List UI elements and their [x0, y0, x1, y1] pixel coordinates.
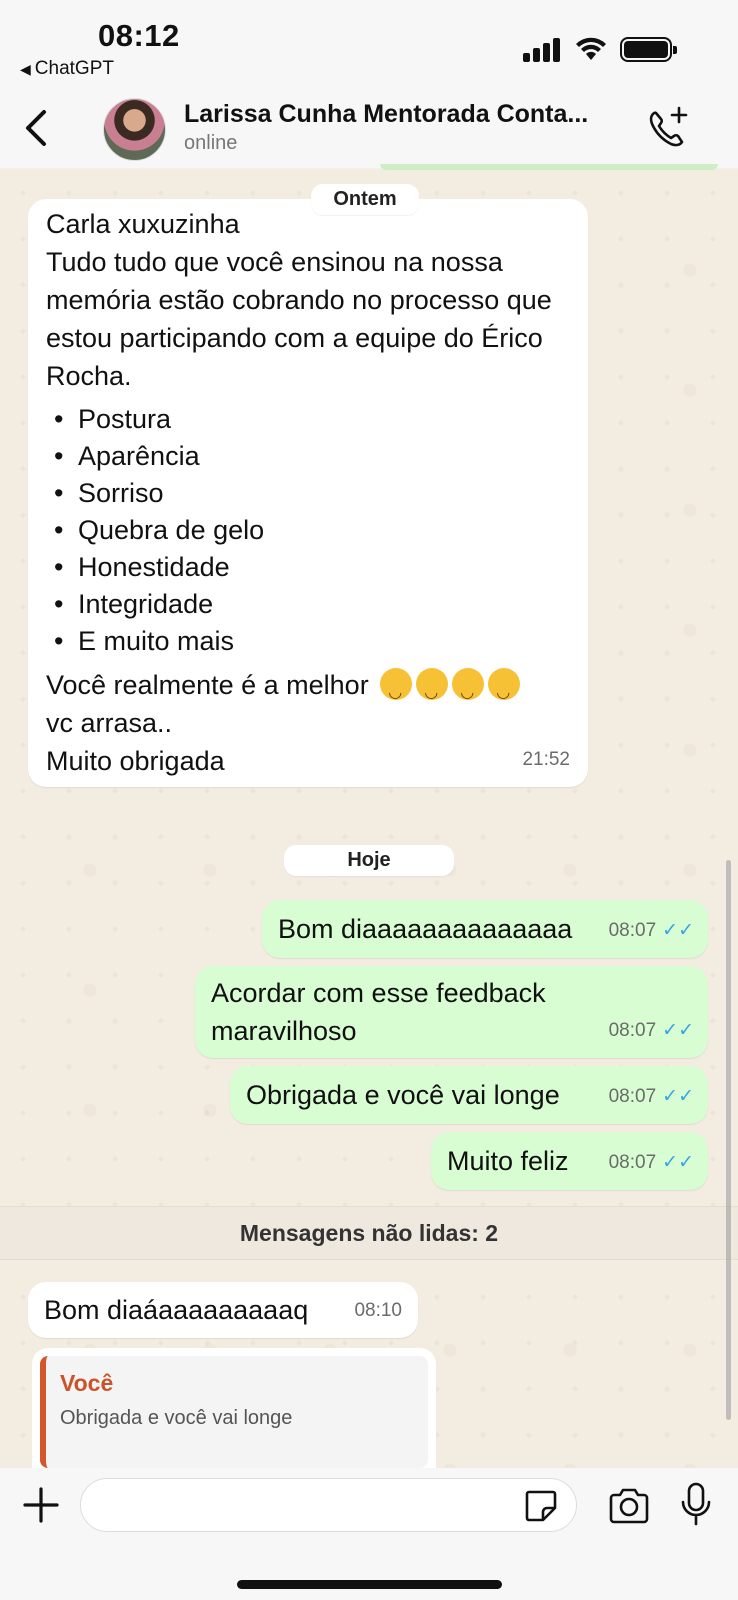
outgoing-message[interactable]: Acordar com esse feedback maravilhoso 08… [195, 966, 708, 1058]
message-time: 08:07 [608, 920, 657, 941]
message-text: Bom diaaaaaaaaaaaaaa [278, 914, 573, 944]
bullet-item: E muito mais [46, 623, 570, 660]
bullet-item: Honestidade [46, 549, 570, 586]
message-text: Tudo tudo que você ensinou na nossa memó… [46, 247, 552, 391]
outgoing-message[interactable]: Bom diaaaaaaaaaaaaaa 08:07 ✓✓ [262, 900, 708, 958]
read-ticks-icon: ✓✓ [662, 1086, 694, 1107]
message-list[interactable]: Carla xuxuzinha Tudo tudo que você ensin… [0, 170, 738, 1468]
message-time: 08:10 [354, 1300, 402, 1321]
message-text: Carla xuxuzinha [46, 209, 240, 239]
back-chevron-icon[interactable] [18, 106, 58, 150]
read-ticks-icon: ✓✓ [662, 1152, 694, 1173]
message-composer [0, 1468, 738, 1600]
incoming-message[interactable]: Bom diaáaaaaaaaaaq 08:10 [28, 1282, 418, 1338]
bullet-item: Quebra de gelo [46, 512, 570, 549]
message-time: 21:52 [522, 749, 570, 770]
message-text: Muito feliz [447, 1146, 569, 1176]
quoted-author: Você [60, 1370, 114, 1396]
battery-icon [620, 37, 677, 62]
home-indicator [237, 1580, 502, 1589]
bullet-item: Postura [46, 401, 570, 438]
outgoing-message[interactable]: Obrigada e você vai longe 08:07 ✓✓ [230, 1066, 708, 1124]
bullet-list: Postura Aparência Sorriso Quebra de gelo… [46, 401, 570, 660]
message-text: Muito obrigada [46, 746, 225, 776]
back-triangle-icon: ◀ [20, 61, 31, 77]
message-time: 08:07 [608, 1086, 657, 1107]
date-divider: Hoje [284, 845, 454, 876]
message-time: 08:07 [608, 1152, 657, 1173]
message-time: 08:07 [608, 1020, 657, 1041]
back-app-label: ChatGPT [34, 58, 114, 79]
unread-messages-banner: Mensagens não lidas: 2 [0, 1206, 738, 1260]
chat-header: Larissa Cunha Mentorada Conta... online [0, 92, 738, 168]
message-text: Acordar com esse feedback maravilhoso [211, 978, 546, 1046]
contact-name[interactable]: Larissa Cunha Mentorada Conta... [184, 100, 624, 129]
smiling-face-emoji-icon [488, 668, 521, 712]
quoted-text: Obrigada e você vai longe [60, 1407, 293, 1429]
microphone-icon[interactable] [680, 1482, 712, 1526]
incoming-message[interactable]: Carla xuxuzinha Tudo tudo que você ensin… [28, 199, 588, 787]
contact-avatar[interactable] [103, 98, 166, 161]
read-ticks-icon: ✓✓ [662, 1020, 694, 1041]
smiling-face-emoji-icon [380, 668, 413, 712]
back-to-app-link[interactable]: ◀ ChatGPT [20, 58, 114, 80]
message-text: Você realmente é a melhor [46, 670, 369, 700]
bullet-item: Aparência [46, 438, 570, 475]
wifi-icon [576, 37, 606, 60]
quoted-reply-message[interactable]: Você Obrigada e você vai longe [32, 1348, 436, 1468]
status-time: 08:12 [98, 18, 180, 53]
bullet-item: Integridade [46, 586, 570, 623]
message-text: Bom diaáaaaaaaaaaq [44, 1295, 309, 1325]
sticker-icon[interactable] [523, 1488, 559, 1524]
cellular-signal-icon [523, 38, 563, 62]
message-input[interactable] [80, 1478, 577, 1532]
bullet-item: Sorriso [46, 475, 570, 512]
scrollbar[interactable] [726, 860, 731, 1420]
contact-status: online [184, 132, 238, 154]
read-ticks-icon: ✓✓ [662, 920, 694, 941]
camera-icon[interactable] [607, 1486, 651, 1526]
smiling-face-emoji-icon [452, 668, 485, 712]
date-divider: Ontem [311, 184, 419, 215]
message-text: vc arrasa.. [46, 708, 173, 738]
add-call-icon[interactable] [643, 104, 691, 152]
smiling-face-emoji-icon [416, 668, 449, 712]
outgoing-message[interactable]: Muito feliz 08:07 ✓✓ [431, 1132, 708, 1190]
plus-icon[interactable] [22, 1486, 60, 1524]
status-bar: 08:12 ◀ ChatGPT [0, 0, 738, 92]
message-text: Obrigada e você vai longe [246, 1080, 560, 1110]
quoted-message[interactable]: Você Obrigada e você vai longe [40, 1356, 428, 1468]
